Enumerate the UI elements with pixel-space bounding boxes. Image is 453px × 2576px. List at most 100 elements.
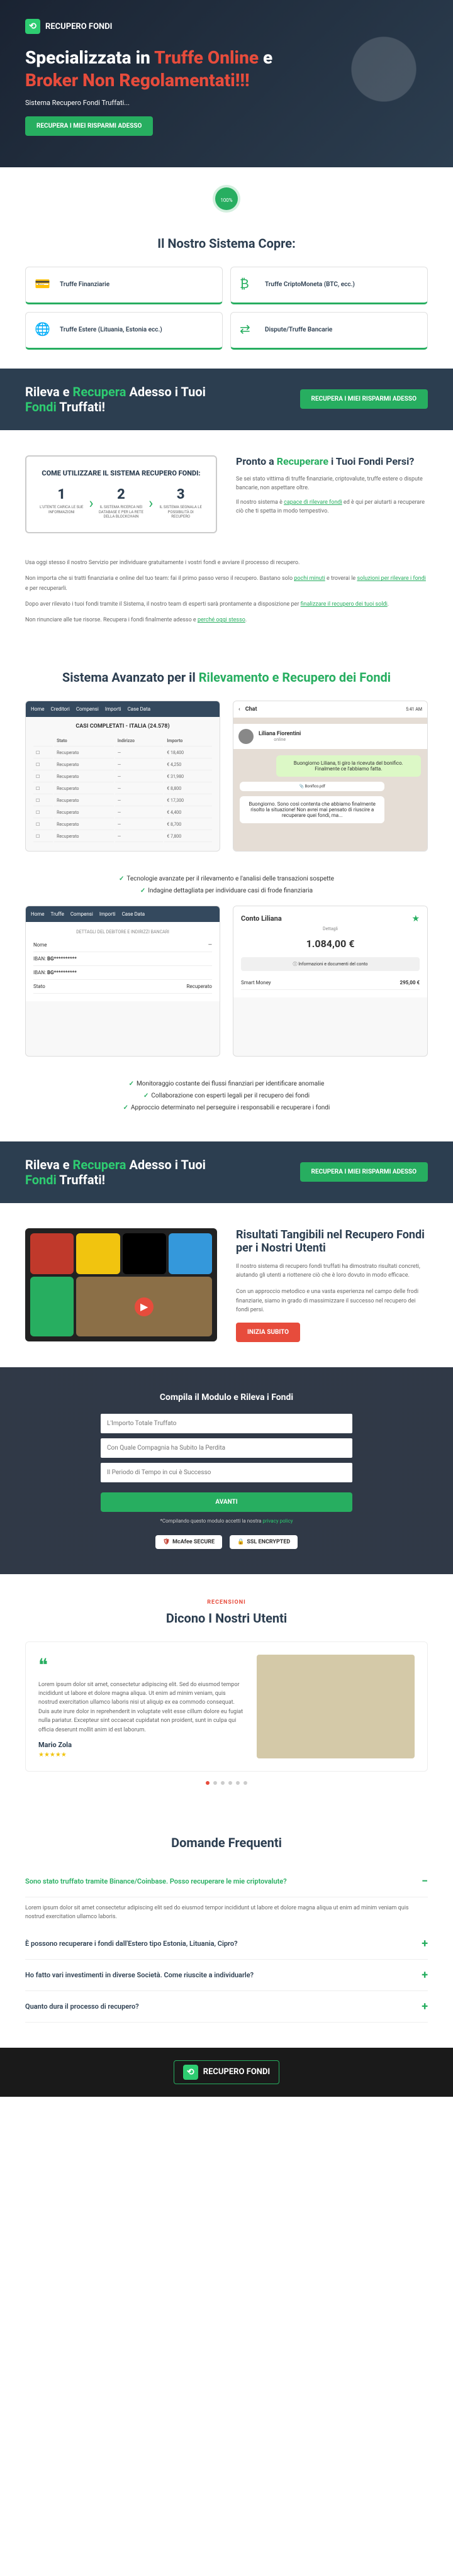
detail-screenshot: HomeTruffeCompensiImportiCase Data DETTA… bbox=[25, 906, 220, 1057]
hero-title: Specializzata in Truffe Online e Broker … bbox=[25, 47, 277, 92]
star-rating: ★★★★★ bbox=[38, 1752, 244, 1758]
dashboard-tabs: HomeCreditoriCompensiImportiCase Data bbox=[26, 701, 220, 717]
play-icon: ▶ bbox=[135, 1297, 154, 1316]
logo-icon: ⟲ bbox=[25, 19, 40, 34]
check-icon: ✓ bbox=[140, 887, 145, 894]
privacy-link[interactable]: privacy policy bbox=[262, 1518, 293, 1524]
hero-section: ⟲ RECUPERO FONDI Specializzata in Truffe… bbox=[0, 0, 453, 167]
step-2: 2IL SISTEMA RICERCA NEI DATABASE E PER L… bbox=[99, 487, 144, 519]
testimonial-author: Mario Zola bbox=[38, 1741, 244, 1749]
testimonials-section: RECENSIONI Dicono I Nostri Utenti ❝ Lore… bbox=[0, 1574, 453, 1810]
ready-title: Pronto a Recuperare i Tuoi Fondi Persi? bbox=[236, 455, 428, 467]
carousel-dot[interactable] bbox=[213, 1781, 217, 1785]
checkmarks-1: ✓Tecnologie avanzate per il rilevamento … bbox=[25, 864, 428, 906]
results-title: Risultati Tangibili nel Recupero Fondi p… bbox=[236, 1228, 428, 1255]
footer-brand: RECUPERO FONDI bbox=[203, 2067, 270, 2077]
plus-icon: + bbox=[422, 2000, 428, 2013]
carousel-dot[interactable] bbox=[236, 1781, 240, 1785]
footer: ⟲ RECUPERO FONDI bbox=[0, 2048, 453, 2097]
carousel-dot[interactable] bbox=[221, 1781, 225, 1785]
carousel-dot[interactable] bbox=[243, 1781, 247, 1785]
body-link-2[interactable]: soluzioni per rilevare i fondi bbox=[357, 575, 425, 582]
check-icon: ✓ bbox=[143, 1092, 148, 1099]
step-3: 3IL SISTEMA SEGNALA LE POSSIBILITÀ DI RE… bbox=[158, 487, 203, 519]
screenshots-row-2: HomeTruffeCompensiImportiCase Data DETTA… bbox=[25, 906, 428, 1057]
body-p1: Usa oggi stesso il nostro Servizio per i… bbox=[25, 558, 428, 568]
step-1: 1L'UTENTE CARICA LE SUE INFORMAZIONI bbox=[39, 487, 84, 519]
checkmarks-2: ✓Monitoraggio costante dei flussi finanz… bbox=[25, 1069, 428, 1123]
ready-p1: Se sei stato vittima di truffe finanziar… bbox=[236, 475, 428, 493]
faq-question: Quanto dura il processo di recupero? bbox=[25, 2002, 139, 2011]
testimonials-title: Dicono I Nostri Utenti bbox=[25, 1611, 428, 1626]
period-input[interactable] bbox=[101, 1463, 352, 1482]
detail-row: StatoRecuperato bbox=[33, 980, 212, 994]
body-p3: Dopo aver rilevato i tuoi fondi tramite … bbox=[25, 600, 428, 609]
chat-screenshot: ‹ Chat 5:41 AM Liliana Fiorentinionline … bbox=[233, 701, 428, 852]
bitcoin-icon: ₿ bbox=[240, 276, 257, 294]
hero-cta-button[interactable]: RECUPERA I MIEI RISPARMI ADESSO bbox=[25, 116, 153, 136]
body-link-4[interactable]: perché oggi stesso bbox=[198, 617, 245, 623]
testimonials-label: RECENSIONI bbox=[25, 1599, 428, 1606]
cta-bar-2: Rileva e Recupera Adesso i Tuoi Fondi Tr… bbox=[0, 1141, 453, 1203]
chevron-right-icon: › bbox=[148, 494, 153, 512]
ssl-badge: 🔒SSL ENCRYPTED bbox=[230, 1535, 298, 1549]
form-title: Compila il Modulo e Rileva i Fondi bbox=[101, 1392, 352, 1402]
video-thumbnail[interactable]: ▶ bbox=[25, 1228, 217, 1341]
faq-item[interactable]: Sono stato truffato tramite Binance/Coin… bbox=[25, 1866, 428, 1897]
chat-message-1: Buongiorno Liliana, ti giro la ricevuta … bbox=[276, 755, 421, 777]
faq-item[interactable]: Quanto dura il processo di recupero? + bbox=[25, 1991, 428, 2023]
trust-badge-section: 100% bbox=[0, 167, 453, 226]
carousel-dot[interactable] bbox=[206, 1781, 210, 1785]
bank-transaction: Smart Money295,00 € bbox=[241, 976, 420, 990]
check-2: ✓Indagine dettagliata per individuare ca… bbox=[50, 887, 403, 894]
check-5: ✓Approccio determinato nel perseguire i … bbox=[50, 1104, 403, 1111]
dashboard-screenshot: HomeCreditoriCompensiImportiCase Data CA… bbox=[25, 701, 220, 852]
company-input[interactable] bbox=[101, 1438, 352, 1458]
results-p1: Il nostro sistema di recupero fondi truf… bbox=[236, 1262, 428, 1280]
faq-item[interactable]: Ho fatto vari investimenti in diverse So… bbox=[25, 1960, 428, 1991]
table-row: ☐Recuperato—€ 8,700 bbox=[33, 819, 212, 830]
results-cta-button[interactable]: INIZIA SUBITO bbox=[236, 1323, 300, 1342]
body-link-3[interactable]: finalizzare il recupero dei tuoi soldi bbox=[301, 601, 388, 608]
carousel-dots bbox=[25, 1781, 428, 1785]
coverage-title: Il Nostro Sistema Copre: bbox=[0, 236, 453, 251]
amount-input[interactable] bbox=[101, 1414, 352, 1433]
avatar-icon bbox=[238, 729, 254, 744]
coverage-card-finance: 💳Truffe Finanziarie bbox=[25, 267, 223, 304]
cta-bar-button-2[interactable]: RECUPERA I MIEI RISPARMI ADESSO bbox=[300, 1162, 428, 1182]
detail-row: IBAN: BG********** bbox=[33, 952, 212, 966]
check-3: ✓Monitoraggio costante dei flussi finanz… bbox=[50, 1080, 403, 1087]
check-icon: ✓ bbox=[129, 1080, 134, 1087]
cta-bar-1: Rileva e Recupera Adesso i Tuoi Fondi Tr… bbox=[0, 369, 453, 430]
credit-card-icon: 💳 bbox=[35, 276, 52, 294]
chat-contact: Liliana Fiorentinionline bbox=[233, 724, 427, 749]
faq-section: Domande Frequenti Sono stato truffato tr… bbox=[0, 1810, 453, 2048]
brand-logo: ⟲ RECUPERO FONDI bbox=[25, 19, 428, 34]
results-section: ▶ Risultati Tangibili nel Recupero Fondi… bbox=[0, 1203, 453, 1367]
footer-logo: ⟲ RECUPERO FONDI bbox=[174, 2060, 279, 2084]
coverage-card-bank: ⇄Dispute/Truffe Bancarie bbox=[230, 312, 428, 350]
chat-receipt: 📎 Bonifico.pdf bbox=[240, 782, 384, 791]
testimonial-image bbox=[257, 1655, 415, 1758]
faq-item[interactable]: È possono recuperare i fondi dall'Estero… bbox=[25, 1928, 428, 1960]
form-submit-button[interactable]: AVANTI bbox=[101, 1492, 352, 1512]
form-section: Compila il Modulo e Rileva i Fondi AVANT… bbox=[0, 1367, 453, 1574]
hero-subtitle: Sistema Recupero Fondi Truffati... bbox=[25, 99, 428, 107]
form-disclaimer: *Compilando questo modulo accetti la nos… bbox=[101, 1518, 352, 1524]
body-link-1[interactable]: pochi minuti bbox=[294, 575, 325, 582]
system-section: Sistema Avanzato per il Rilevamento e Re… bbox=[0, 651, 453, 1141]
chat-header: ‹ Chat 5:41 AM bbox=[233, 701, 427, 718]
chevron-right-icon: › bbox=[89, 494, 94, 512]
carousel-dot[interactable] bbox=[228, 1781, 232, 1785]
screenshots-row-1: HomeCreditoriCompensiImportiCase Data CA… bbox=[25, 701, 428, 852]
results-p2: Con un approccio metodico e una vasta es… bbox=[236, 1287, 428, 1314]
check-icon: ✓ bbox=[123, 1104, 128, 1111]
chat-message-2: Buongiorno. Sono così contenta che abbia… bbox=[240, 796, 384, 823]
testimonial-card: ❝ Lorem ipsum dolor sit amet, consectetu… bbox=[25, 1641, 428, 1772]
bank-account-name: Conto Liliana bbox=[241, 914, 282, 923]
testimonial-text: Lorem ipsum dolor sit amet, consectetur … bbox=[38, 1680, 244, 1735]
coverage-card-crypto: ₿Truffe CriptoMoneta (BTC, ecc.) bbox=[230, 267, 428, 304]
globe-icon: 🌐 bbox=[35, 321, 52, 339]
ready-link[interactable]: capace di rilevare fondi bbox=[284, 499, 342, 506]
cta-bar-button[interactable]: RECUPERA I MIEI RISPARMI ADESSO bbox=[300, 389, 428, 409]
